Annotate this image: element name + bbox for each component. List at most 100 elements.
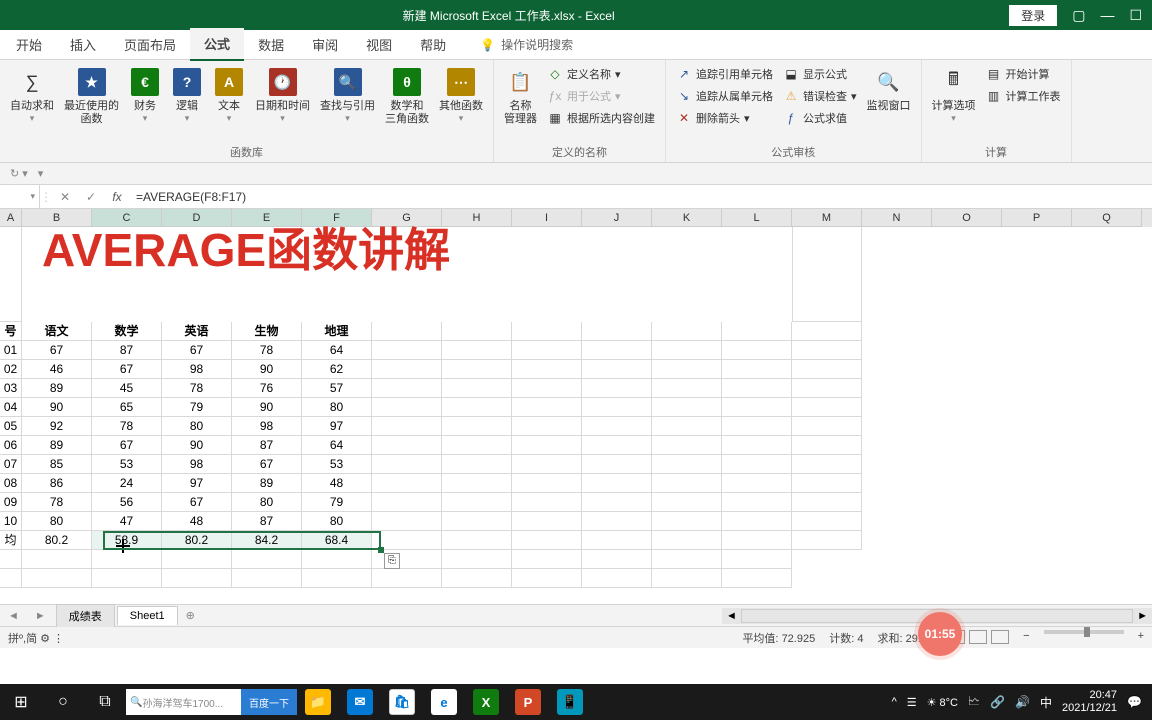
table-cell[interactable]: 45 xyxy=(92,379,162,398)
table-cell[interactable]: 01 xyxy=(0,341,22,360)
table-cell[interactable]: 67 xyxy=(232,455,302,474)
excel-app[interactable]: X xyxy=(465,684,507,720)
trace-dependents-button[interactable]: ↘追踪从属单元格 xyxy=(672,86,777,106)
table-cell[interactable]: 78 xyxy=(22,493,92,512)
text-button[interactable]: A 文本 ▾ xyxy=(209,64,249,128)
fx-icon[interactable]: fx xyxy=(104,190,130,204)
table-header-cell[interactable]: 地理 xyxy=(302,322,372,341)
table-cell[interactable]: 80 xyxy=(302,398,372,417)
qa-dropdown-icon[interactable]: ▾ xyxy=(38,167,44,180)
math-button[interactable]: θ 数学和 三角函数 xyxy=(381,64,433,128)
table-header-cell[interactable]: 语文 xyxy=(22,322,92,341)
table-cell[interactable]: 08 xyxy=(0,474,22,493)
average-cell[interactable]: 68.4 xyxy=(302,531,372,550)
table-cell[interactable]: 90 xyxy=(22,398,92,417)
table-cell[interactable]: 02 xyxy=(0,360,22,379)
table-cell[interactable]: 87 xyxy=(232,436,302,455)
zoom-out-button[interactable]: − xyxy=(1023,630,1029,646)
table-cell[interactable]: 86 xyxy=(22,474,92,493)
table-cell[interactable]: 80 xyxy=(22,512,92,531)
tab-view[interactable]: 视图 xyxy=(352,29,406,60)
table-cell[interactable]: 56 xyxy=(92,493,162,512)
spreadsheet-grid[interactable]: ABCDEFGHIJKLMNOPQ AVERAGE函数讲解 号语文数学英语生物地… xyxy=(0,209,1152,604)
table-cell[interactable]: 76 xyxy=(232,379,302,398)
clock[interactable]: 20:47 2021/12/21 xyxy=(1062,689,1117,715)
error-checking-button[interactable]: ⚠错误检查 ▾ xyxy=(779,86,861,106)
use-in-formula-button[interactable]: ƒx用于公式 ▾ xyxy=(543,86,659,106)
column-header[interactable]: J xyxy=(582,209,652,227)
evaluate-formula-button[interactable]: ƒ公式求值 xyxy=(779,108,861,128)
remove-arrows-button[interactable]: ✕删除箭头 ▾ xyxy=(672,108,777,128)
table-cell[interactable]: 87 xyxy=(232,512,302,531)
lookup-button[interactable]: 🔍 查找与引用 ▾ xyxy=(316,64,379,128)
table-cell[interactable]: 78 xyxy=(232,341,302,360)
sheet-nav-next-icon[interactable]: ► xyxy=(27,610,54,622)
table-cell[interactable]: 03 xyxy=(0,379,22,398)
tab-page-layout[interactable]: 页面布局 xyxy=(110,29,190,60)
column-header[interactable]: P xyxy=(1002,209,1072,227)
sheet-title[interactable]: AVERAGE函数讲解 xyxy=(22,227,372,322)
table-cell[interactable]: 62 xyxy=(302,360,372,379)
tell-me-search[interactable]: 💡 操作说明搜索 xyxy=(480,36,573,53)
table-cell[interactable]: 46 xyxy=(22,360,92,379)
average-cell[interactable]: 58.9 xyxy=(92,531,162,550)
accept-formula-button[interactable]: ✓ xyxy=(78,190,104,204)
table-cell[interactable]: 47 xyxy=(92,512,162,531)
table-header-cell[interactable]: 号 xyxy=(0,322,22,341)
powerpoint-app[interactable]: P xyxy=(507,684,549,720)
tab-help[interactable]: 帮助 xyxy=(406,29,460,60)
create-from-selection-button[interactable]: ▦根据所选内容创建 xyxy=(543,108,659,128)
table-cell[interactable]: 80 xyxy=(302,512,372,531)
table-cell[interactable]: 65 xyxy=(92,398,162,417)
tab-formulas[interactable]: 公式 xyxy=(190,28,244,61)
table-cell[interactable]: 06 xyxy=(0,436,22,455)
column-header[interactable]: L xyxy=(722,209,792,227)
table-cell[interactable]: 90 xyxy=(232,360,302,379)
name-manager-button[interactable]: 📋 名称 管理器 xyxy=(500,64,541,128)
table-cell[interactable]: 97 xyxy=(302,417,372,436)
table-cell[interactable]: 85 xyxy=(22,455,92,474)
taskbar-search-button[interactable]: 百度一下 xyxy=(241,689,297,715)
store-app[interactable]: 🛍 xyxy=(381,684,423,720)
volume-icon[interactable]: 🔊 xyxy=(1015,695,1030,709)
more-functions-button[interactable]: ⋯ 其他函数 ▾ xyxy=(435,64,487,128)
recent-functions-button[interactable]: ★ 最近使用的 函数 xyxy=(60,64,123,128)
table-cell[interactable]: 89 xyxy=(232,474,302,493)
table-cell[interactable]: 98 xyxy=(232,417,302,436)
table-cell[interactable]: 57 xyxy=(302,379,372,398)
column-header[interactable]: N xyxy=(862,209,932,227)
zoom-in-button[interactable]: + xyxy=(1138,630,1144,646)
financial-button[interactable]: € 财务 ▾ xyxy=(125,64,165,128)
table-cell[interactable]: 10 xyxy=(0,512,22,531)
cancel-formula-button[interactable]: ✕ xyxy=(52,190,78,204)
zoom-slider[interactable] xyxy=(1044,630,1124,634)
table-cell[interactable]: 04 xyxy=(0,398,22,417)
table-cell[interactable]: 80 xyxy=(162,417,232,436)
table-cell[interactable]: 09 xyxy=(0,493,22,512)
edge-app[interactable]: e xyxy=(423,684,465,720)
start-button[interactable]: ⊞ xyxy=(0,684,42,720)
table-cell[interactable]: 78 xyxy=(162,379,232,398)
table-cell[interactable]: 67 xyxy=(92,436,162,455)
mail-app[interactable]: ✉ xyxy=(339,684,381,720)
chevron-down-icon[interactable]: ▾ xyxy=(30,191,35,202)
name-box[interactable]: ▾ xyxy=(0,185,40,208)
table-cell[interactable]: 48 xyxy=(302,474,372,493)
column-header[interactable]: H xyxy=(442,209,512,227)
fill-handle[interactable] xyxy=(378,547,384,553)
table-cell[interactable]: 89 xyxy=(22,436,92,455)
table-cell[interactable]: 80 xyxy=(232,493,302,512)
file-explorer-app[interactable]: 📁 xyxy=(297,684,339,720)
table-cell[interactable]: 79 xyxy=(162,398,232,417)
table-cell[interactable]: 53 xyxy=(92,455,162,474)
table-header-cell[interactable]: 英语 xyxy=(162,322,232,341)
table-cell[interactable]: 67 xyxy=(162,493,232,512)
column-header[interactable]: K xyxy=(652,209,722,227)
autofill-options-button[interactable]: ⎘ xyxy=(384,553,400,569)
cortana-button[interactable]: ○ xyxy=(42,684,84,720)
trace-precedents-button[interactable]: ↗追踪引用单元格 xyxy=(672,64,777,84)
average-cell[interactable]: 80.2 xyxy=(162,531,232,550)
table-cell[interactable]: 98 xyxy=(162,360,232,379)
battery-icon[interactable]: 🗠 xyxy=(968,692,980,713)
notifications-icon[interactable]: 💬 xyxy=(1127,695,1142,709)
